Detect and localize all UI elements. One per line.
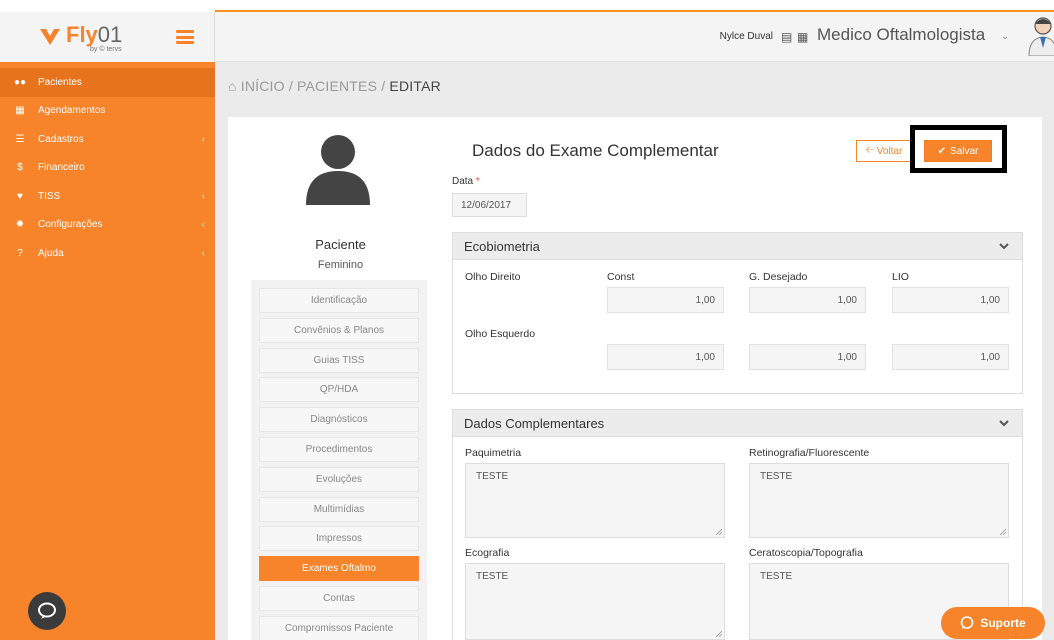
sidebar-item-label: Cadastros — [38, 133, 84, 145]
sidebar-item-label: Pacientes — [38, 76, 82, 88]
sidebar-item-label: Configurações — [38, 219, 103, 231]
sidebar-menu: ●● Pacientes ▦ Agendamentos ☰ Cadastros … — [0, 68, 215, 268]
chevron-left-icon: ‹ — [201, 133, 205, 145]
sidebar-item-label: Ajuda — [38, 247, 64, 259]
card-icon[interactable]: ▤ — [781, 30, 792, 44]
form-title: Dados do Exame Complementar — [472, 141, 719, 160]
ecobiometria-header[interactable]: Ecobiometria — [453, 233, 1022, 260]
olho-esquerdo-label: Olho Esquerdo — [465, 328, 536, 340]
grid-icon[interactable]: ▦ — [797, 30, 808, 44]
retinografia-label: Retinografia/Fluorescente — [749, 447, 870, 459]
chevron-left-icon: ‹ — [201, 190, 205, 202]
top-header: Nylce Duval ▤ ▦ Medico Oftalmologista ⌄ — [215, 12, 1054, 62]
role-selector[interactable]: Medico Oftalmologista — [817, 25, 985, 45]
sidebar-item-agendamentos[interactable]: ▦ Agendamentos — [0, 97, 215, 126]
chevron-down-icon[interactable] — [998, 417, 1010, 429]
patient-avatar-icon — [306, 135, 370, 205]
ceratoscopia-label: Ceratoscopia/Topografia — [749, 547, 863, 559]
data-label: Data * — [452, 176, 480, 187]
list-icon: ☰ — [15, 133, 25, 145]
sidebar-item-financeiro[interactable]: $ Financeiro — [0, 154, 215, 183]
data-field[interactable]: 12/06/2017 — [452, 193, 527, 217]
patient-menu-item[interactable]: Multimídias — [259, 496, 419, 522]
chat-icon[interactable] — [28, 592, 66, 630]
oe-const-field[interactable]: 1,00 — [607, 344, 724, 370]
patient-menu-item[interactable]: Contas — [259, 586, 419, 611]
lio-label: LIO — [892, 271, 909, 283]
patient-menu: Identificação Convênios & Planos Guias TIS… — [251, 280, 427, 640]
chevron-down-icon[interactable]: ⌄ — [1001, 31, 1009, 42]
arrow-left-icon: 🡠 — [865, 144, 874, 156]
resize-grip-icon[interactable] — [1000, 529, 1006, 535]
gear-icon: ✹ — [15, 219, 25, 231]
od-desejado-field[interactable]: 1,00 — [749, 287, 866, 313]
breadcrumb: ⌂ INÍCIO / PACIENTES / EDITAR — [228, 78, 441, 94]
desejado-label: G. Desejado — [749, 271, 808, 283]
chat-bubble-icon — [961, 616, 974, 629]
patient-menu-item[interactable]: Diagnósticos — [259, 407, 419, 433]
sidebar-item-cadastros[interactable]: ☰ Cadastros ‹ — [0, 125, 215, 154]
od-lio-field[interactable]: 1,00 — [892, 287, 1009, 313]
logo-subtitle: by © tervs — [90, 46, 122, 53]
paquimetria-label: Paquimetria — [465, 447, 522, 459]
sidebar-item-ajuda[interactable]: ? Ajuda ‹ — [0, 239, 215, 268]
hamburger-menu-icon[interactable] — [176, 30, 194, 44]
top-strip — [0, 0, 1054, 12]
logo-text: Fly01 — [66, 22, 123, 47]
resize-grip-icon[interactable] — [716, 529, 722, 535]
breadcrumb-pacientes[interactable]: PACIENTES — [297, 78, 377, 94]
sidebar-item-label: TISS — [38, 190, 61, 202]
sidebar: Fly01 by © tervs ●● Pacientes ▦ Agendame… — [0, 12, 215, 640]
users-icon: ●● — [13, 76, 27, 88]
check-icon: ✔ — [937, 145, 947, 157]
home-icon[interactable]: ⌂ — [228, 78, 237, 94]
chevron-left-icon: ‹ — [201, 219, 205, 231]
retinografia-textarea[interactable]: TESTE — [749, 463, 1009, 538]
patient-menu-item[interactable]: Evoluções — [259, 466, 419, 492]
oe-desejado-field[interactable]: 1,00 — [749, 344, 866, 370]
question-icon: ? — [17, 247, 23, 259]
avatar[interactable] — [1026, 14, 1054, 56]
voltar-button[interactable]: 🡠 Voltar — [856, 140, 912, 162]
breadcrumb-current: EDITAR — [389, 78, 441, 94]
patient-name: Paciente — [315, 237, 366, 252]
ecografia-label: Ecografia — [465, 547, 510, 559]
brand: Fly01 by © tervs — [0, 12, 215, 62]
sidebar-item-pacientes[interactable]: ●● Pacientes — [0, 68, 215, 97]
olho-direito-label: Olho Direito — [465, 271, 521, 283]
dados-complementares-header[interactable]: Dados Complementares — [453, 410, 1022, 437]
sidebar-item-configuracoes[interactable]: ✹ Configurações ‹ — [0, 211, 215, 240]
sidebar-item-label: Agendamentos — [38, 105, 106, 117]
patient-sex: Feminino — [317, 259, 364, 271]
resize-grip-icon[interactable] — [716, 631, 722, 637]
oe-lio-field[interactable]: 1,00 — [892, 344, 1009, 370]
salvar-button[interactable]: ✔ Salvar — [924, 140, 992, 162]
breadcrumb-home[interactable]: INÍCIO — [241, 78, 285, 94]
calendar-icon: ▦ — [15, 105, 25, 117]
od-const-field[interactable]: 1,00 — [607, 287, 724, 313]
chat-bubble-icon — [38, 602, 56, 619]
patient-menu-item[interactable]: Identificação — [259, 288, 419, 313]
patient-menu-item[interactable]: Impressos — [259, 526, 419, 552]
paquimetria-textarea[interactable]: TESTE — [465, 463, 725, 538]
patient-menu-item[interactable]: Procedimentos — [259, 437, 419, 462]
dollar-icon: $ — [17, 162, 23, 174]
ecografia-textarea[interactable]: TESTE — [465, 563, 725, 640]
patient-menu-item[interactable]: Guias TISS — [259, 347, 419, 373]
patient-menu-item[interactable]: QP/HDA — [259, 377, 419, 403]
patient-menu-item[interactable]: Compromissos Paciente — [259, 615, 419, 640]
sidebar-item-tiss[interactable]: ♥ TISS ‹ — [0, 182, 215, 211]
patient-menu-item[interactable]: Convênios & Planos — [259, 317, 419, 343]
fly-logo-icon — [40, 29, 60, 45]
user-name[interactable]: Nylce Duval — [720, 31, 773, 42]
const-label: Const — [607, 271, 635, 283]
chevron-left-icon: ‹ — [201, 247, 205, 259]
chevron-down-icon[interactable] — [998, 240, 1010, 252]
heartbeat-icon: ♥ — [17, 190, 23, 202]
patient-menu-item[interactable]: Exames Oftalmo — [259, 556, 419, 582]
suporte-button[interactable]: Suporte — [941, 607, 1045, 639]
sidebar-item-label: Financeiro — [38, 162, 85, 174]
